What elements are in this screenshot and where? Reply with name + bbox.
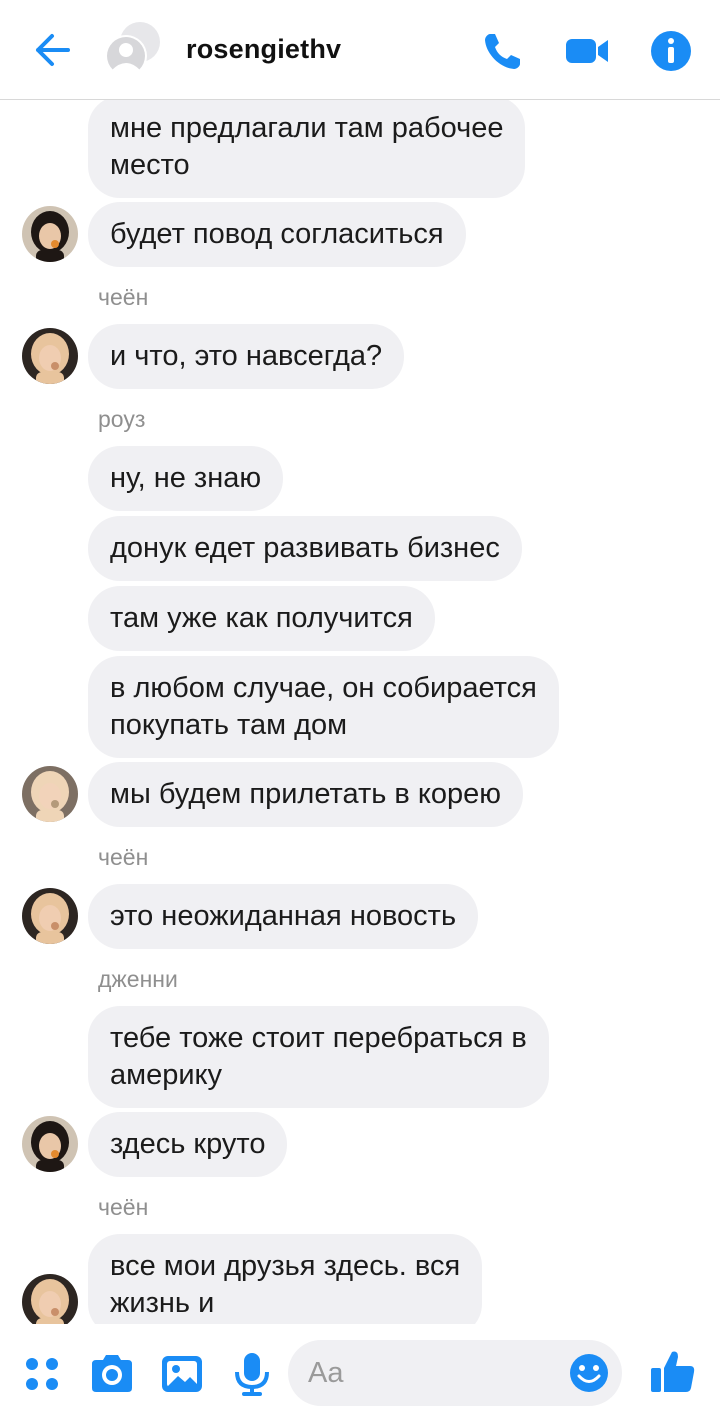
camera-icon[interactable] [88,1350,136,1398]
avatar-chaeyoung[interactable] [22,1274,78,1324]
message-bubble[interactable]: мы будем прилетать в корею [88,762,524,827]
message-text: в любом случае, он собирается [110,672,537,704]
message-bubble[interactable]: мне предлагали там рабочее место [88,100,526,198]
message-text: америку [110,1059,223,1091]
avatar-chaeyoung[interactable] [22,328,78,384]
message-bubble[interactable]: донук едет развивать бизнес [88,516,522,581]
message-text: покупать там дом [110,709,348,741]
group-avatar-icon[interactable] [104,20,162,78]
message-text: жизнь и [110,1287,215,1319]
message-text: мне предлагали там рабочее [110,112,504,144]
video-call-icon[interactable] [564,28,610,74]
avatar-rose[interactable] [22,766,78,822]
avatar-jennie[interactable] [22,1116,78,1172]
message-text: мы будем прилетать в корею [110,778,502,810]
message-bubble[interactable]: в любом случае, он собирается покупать та… [88,656,559,758]
message-bubble[interactable]: это неожиданная новость [88,884,479,949]
message-input[interactable] [308,1354,548,1392]
message-bubble[interactable]: все мои друзья здесь. вся жизнь и [88,1234,483,1324]
message-text: здесь круто [110,1128,266,1160]
message-text: будет повод согласиться [110,218,444,250]
thumbs-up-icon[interactable] [648,1346,698,1396]
back-arrow-icon[interactable] [30,28,74,72]
message-list[interactable]: мне предлагали там рабочее место будет пов… [0,100,720,1324]
message-text: это неожиданная новость [110,900,457,932]
message-text: место [110,149,190,181]
avatar-chaeyoung[interactable] [22,888,78,944]
message-text: тебе тоже стоит перебраться в [110,1022,527,1054]
gallery-icon[interactable] [158,1350,206,1398]
message-bubble[interactable]: тебе тоже стоит перебраться в америку [88,1006,549,1108]
message-bubble[interactable]: будет повод согласиться [88,202,466,267]
message-text: там уже как получится [110,602,413,634]
contact-name[interactable]: rosengiethv [186,34,341,65]
sender-label: дженни [98,966,178,992]
sender-label: роуз [98,406,146,432]
message-text: ну, не знаю [110,462,262,494]
message-text: и что, это навсегда? [110,340,383,372]
chat-header: rosengiethv [0,0,720,100]
info-icon[interactable] [648,28,694,74]
phone-call-icon[interactable] [480,28,526,74]
message-text: все мои друзья здесь. вся [110,1250,461,1282]
composer-bar [0,1324,720,1424]
avatar-jennie[interactable] [22,206,78,262]
menu-dots-icon[interactable] [18,1350,66,1398]
message-bubble[interactable]: ну, не знаю [88,446,284,511]
message-bubble[interactable]: здесь круто [88,1112,288,1177]
sender-label: чеён [98,284,149,310]
microphone-icon[interactable] [228,1350,276,1398]
sender-label: чеён [98,1194,149,1220]
message-bubble[interactable]: там уже как получится [88,586,435,651]
message-input-pill[interactable] [288,1340,622,1406]
message-text: донук едет развивать бизнес [110,532,500,564]
emoji-icon[interactable] [568,1352,610,1394]
message-bubble[interactable]: и что, это навсегда? [88,324,405,389]
sender-label: чеён [98,844,149,870]
